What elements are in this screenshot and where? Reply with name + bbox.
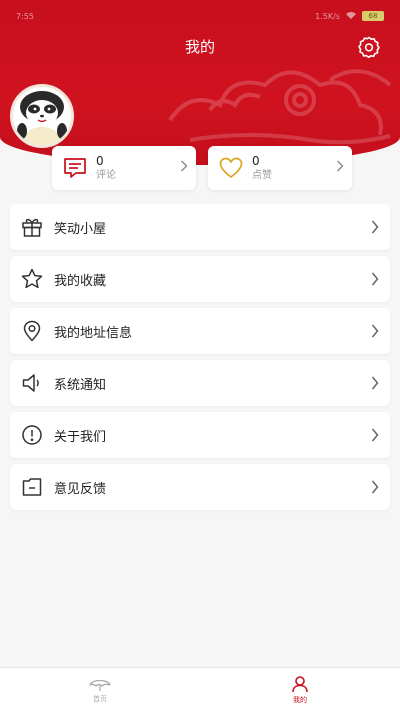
- avatar[interactable]: [10, 84, 74, 148]
- chevron-right-icon: [368, 269, 382, 289]
- chevron-right-icon: [180, 160, 188, 175]
- wifi-icon: [346, 11, 356, 21]
- tab-mine-label: 我的: [293, 695, 307, 704]
- menu-item-fun-house[interactable]: 笑动小屋: [10, 204, 390, 250]
- chevron-right-icon: [368, 321, 382, 341]
- gift-icon: [20, 215, 44, 239]
- chevron-right-icon: [368, 373, 382, 393]
- tab-home[interactable]: 首页: [0, 668, 200, 711]
- panda-avatar-icon: [13, 87, 71, 145]
- menu-item-label: 我的收藏: [54, 273, 107, 289]
- location-icon: [20, 319, 44, 343]
- chevron-right-icon: [368, 425, 382, 445]
- status-time: 7:55: [16, 11, 34, 21]
- likes-count: 0: [252, 154, 260, 168]
- comments-label: 评论: [96, 170, 116, 181]
- likes-card[interactable]: 0 点赞: [208, 146, 352, 190]
- comments-card[interactable]: 0 评论: [52, 146, 196, 190]
- menu-item-feedback[interactable]: 意见反馈: [10, 464, 390, 510]
- battery-indicator: 68: [362, 11, 384, 21]
- chevron-right-icon: [368, 477, 382, 497]
- bottom-tab-bar: 首页 我的: [0, 667, 400, 711]
- user-icon: [292, 675, 308, 692]
- comments-count: 0: [96, 154, 104, 168]
- network-speed: 1.5K/s: [315, 11, 340, 21]
- likes-label: 点赞: [252, 170, 272, 181]
- stats-row: 0 评论 0 点赞: [52, 146, 352, 190]
- menu-item-label: 笑动小屋: [54, 221, 107, 237]
- menu-item-label: 关于我们: [54, 429, 107, 445]
- page-title: 我的: [184, 38, 215, 56]
- gear-icon: [358, 36, 380, 59]
- menu-item-about[interactable]: 关于我们: [10, 412, 390, 458]
- speaker-icon: [20, 371, 44, 395]
- heart-icon: [218, 155, 244, 181]
- menu-item-label: 我的地址信息: [54, 325, 133, 341]
- feedback-icon: [20, 475, 44, 499]
- chevron-right-icon: [336, 160, 344, 175]
- tab-mine[interactable]: 我的: [200, 668, 400, 711]
- menu-item-notifications[interactable]: 系统通知: [10, 360, 390, 406]
- tab-home-label: 首页: [93, 694, 107, 703]
- settings-button[interactable]: [356, 34, 382, 60]
- info-icon: [20, 423, 44, 447]
- status-bar: 7:55 1.5K/s 68: [0, 0, 400, 32]
- menu-item-favorites[interactable]: 我的收藏: [10, 256, 390, 302]
- menu-list: 笑动小屋 我的收藏 我的地址信息 系统通知 关于我们 意见反馈: [10, 204, 390, 516]
- chevron-right-icon: [368, 217, 382, 237]
- umbrella-home-icon: [89, 679, 111, 691]
- star-icon: [20, 267, 44, 291]
- menu-item-address[interactable]: 我的地址信息: [10, 308, 390, 354]
- menu-item-label: 意见反馈: [54, 481, 107, 497]
- menu-item-label: 系统通知: [54, 377, 107, 393]
- comment-icon: [62, 155, 88, 181]
